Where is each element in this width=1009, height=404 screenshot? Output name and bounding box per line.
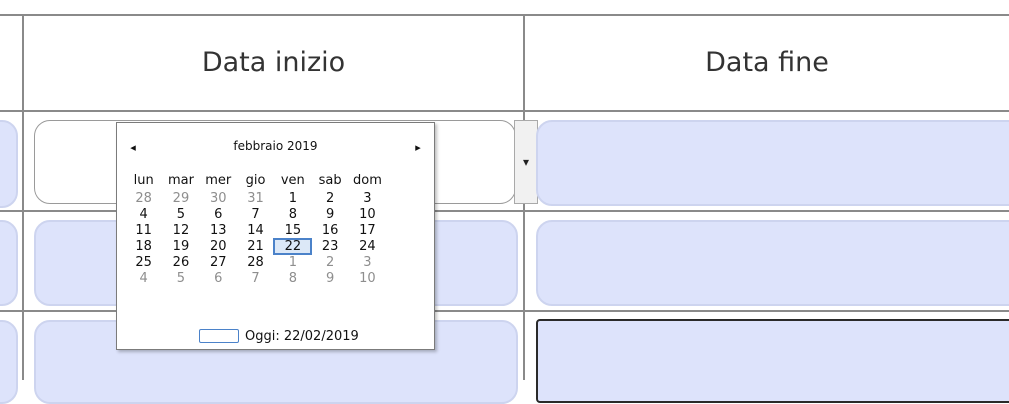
calendar-day[interactable]: 26 bbox=[162, 255, 199, 271]
weekday-label: gio bbox=[245, 173, 266, 188]
calendar-day-out-of-month[interactable]: 29 bbox=[162, 191, 199, 207]
calendar-week-row: 11 12 13 14 15 16 17 bbox=[125, 223, 431, 239]
calendar-day[interactable]: 6 bbox=[200, 207, 237, 223]
previous-column-field-row3[interactable] bbox=[0, 320, 18, 404]
calendar-day[interactable]: 25 bbox=[125, 255, 162, 271]
calendar-day[interactable]: 27 bbox=[200, 255, 237, 271]
calendar-day[interactable]: 23 bbox=[311, 239, 348, 255]
calendar-day[interactable]: 19 bbox=[162, 239, 199, 255]
weekday-label: sab bbox=[318, 173, 342, 188]
today-link[interactable]: Oggi: 22/02/2019 bbox=[199, 328, 359, 344]
calendar-day-out-of-month[interactable]: 30 bbox=[200, 191, 237, 207]
calendar-day-out-of-month[interactable]: 31 bbox=[237, 191, 274, 207]
calendar-day[interactable]: 15 bbox=[274, 223, 311, 239]
header-bottom-border bbox=[0, 110, 1009, 112]
calendar-month-label[interactable]: febbraio 2019 bbox=[187, 139, 364, 153]
calendar-day[interactable]: 28 bbox=[237, 255, 274, 271]
calendar-day-out-of-month[interactable]: 28 bbox=[125, 191, 162, 207]
calendar-day[interactable]: 12 bbox=[162, 223, 199, 239]
calendar-week-row: 4 5 6 7 8 9 10 bbox=[125, 271, 431, 287]
calendar-day[interactable]: 4 bbox=[125, 207, 162, 223]
weekday-label: lun bbox=[133, 173, 154, 188]
calendar-popup[interactable]: ◂ febbraio 2019 ▸ lun mar mer gio ven sa… bbox=[116, 122, 435, 350]
today-marker-icon bbox=[199, 329, 239, 343]
calendar-day[interactable]: 18 bbox=[125, 239, 162, 255]
calendar-day[interactable]: 10 bbox=[349, 207, 386, 223]
calendar-day[interactable]: 5 bbox=[162, 207, 199, 223]
start-date-dropdown-button[interactable]: ▾ bbox=[514, 120, 538, 204]
calendar-day[interactable]: 8 bbox=[274, 207, 311, 223]
calendar-day[interactable]: 1 bbox=[274, 191, 311, 207]
calendar-day-out-of-month[interactable]: 6 bbox=[200, 271, 237, 287]
calendar-day[interactable]: 11 bbox=[125, 223, 162, 239]
calendar-week-row: 4 5 6 7 8 9 10 bbox=[125, 207, 431, 223]
calendar-week-row: 18 19 20 21 22 23 24 bbox=[125, 238, 431, 255]
calendar-day[interactable]: 7 bbox=[237, 207, 274, 223]
calendar-day[interactable]: 17 bbox=[349, 223, 386, 239]
calendar-day[interactable]: 2 bbox=[311, 191, 348, 207]
calendar-day-out-of-month[interactable]: 8 bbox=[274, 271, 311, 287]
calendar-week-row: 28 29 30 31 1 2 3 bbox=[125, 191, 431, 207]
next-month-icon[interactable]: ▸ bbox=[408, 137, 428, 157]
calendar-day[interactable]: 9 bbox=[311, 207, 348, 223]
calendar-day[interactable]: 24 bbox=[349, 239, 386, 255]
weekday-header-row: lun mar mer gio ven sab dom bbox=[125, 173, 431, 189]
calendar-day[interactable]: 20 bbox=[200, 239, 237, 255]
calendar-day-out-of-month[interactable]: 10 bbox=[349, 271, 386, 287]
calendar-day-out-of-month[interactable]: 1 bbox=[274, 255, 311, 271]
calendar-day-grid: 28 29 30 31 1 2 3 4 5 6 7 8 9 10 11 12 1… bbox=[125, 191, 431, 287]
previous-column-field-row2[interactable] bbox=[0, 220, 18, 306]
calendar-header: ◂ febbraio 2019 ▸ bbox=[117, 137, 434, 159]
weekday-label: dom bbox=[352, 173, 382, 188]
column-header-data-fine: Data fine bbox=[705, 46, 829, 78]
end-date-field-row1[interactable] bbox=[536, 120, 1009, 206]
calendar-day-out-of-month[interactable]: 4 bbox=[125, 271, 162, 287]
today-label: Oggi: 22/02/2019 bbox=[245, 328, 359, 344]
calendar-day-out-of-month[interactable]: 7 bbox=[237, 271, 274, 287]
calendar-day-out-of-month[interactable]: 3 bbox=[349, 255, 386, 271]
triangle-down-icon: ▾ bbox=[522, 155, 530, 169]
weekday-label: mer bbox=[205, 173, 232, 188]
calendar-day[interactable]: 14 bbox=[237, 223, 274, 239]
calendar-day[interactable]: 3 bbox=[349, 191, 386, 207]
calendar-day[interactable]: 21 bbox=[237, 239, 274, 255]
calendar-day-out-of-month[interactable]: 2 bbox=[311, 255, 348, 271]
previous-month-icon[interactable]: ◂ bbox=[123, 137, 143, 157]
end-date-field-row3-focused[interactable] bbox=[536, 319, 1009, 403]
calendar-week-row: 25 26 27 28 1 2 3 bbox=[125, 255, 431, 271]
column-header-data-inizio: Data inizio bbox=[201, 46, 346, 78]
end-date-field-row2[interactable] bbox=[536, 220, 1009, 306]
calendar-day-out-of-month[interactable]: 5 bbox=[162, 271, 199, 287]
calendar-day-selected[interactable]: 22 bbox=[273, 238, 313, 255]
weekday-label: ven bbox=[280, 173, 305, 188]
calendar-day[interactable]: 16 bbox=[311, 223, 348, 239]
previous-column-field-row1[interactable] bbox=[0, 120, 18, 208]
calendar-day[interactable]: 13 bbox=[200, 223, 237, 239]
weekday-label: mar bbox=[167, 173, 194, 188]
calendar-day-out-of-month[interactable]: 9 bbox=[311, 271, 348, 287]
